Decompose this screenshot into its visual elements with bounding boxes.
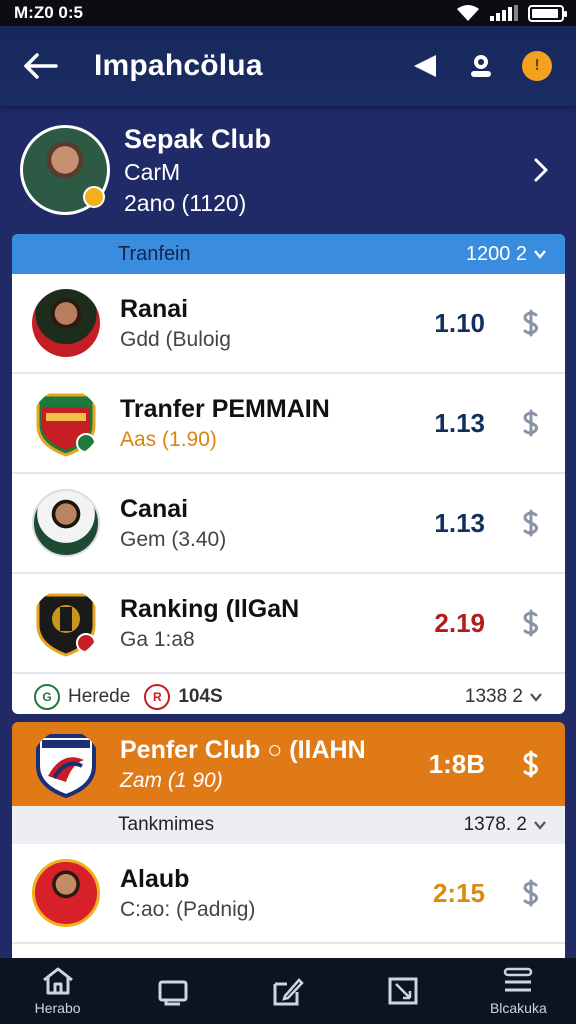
row-value: 1.13 [434,507,485,538]
transfer-list: Tranfein 1200 2 Ranai Gdd (Buloig 1.10 T… [12,234,565,714]
chevron-right-icon[interactable] [526,155,556,185]
user-icon [471,55,491,77]
nav-cards[interactable] [128,976,218,1006]
app-bar: Impahcölua ! [0,26,576,106]
row-text: Alaub C:ao: (Padnig) [120,865,415,922]
section-header-value[interactable]: 1200 2 [466,243,547,266]
row-text: Ranking (IlGaN Ga 1:a8 [120,595,415,652]
footer-left-label: Herede [68,686,131,707]
list-item[interactable]: Alaub C:ao: (Padnig) 2:15 [12,844,565,944]
wifi-icon [457,5,479,21]
list-item[interactable]: Ranking (IlGaN Ga 1:a8 2.19 [12,574,565,674]
dollar-icon[interactable] [517,509,545,537]
row-name: Canai [120,494,189,523]
row-value: 2.19 [434,607,485,638]
nav-menu-label: Blcakuka [489,1000,547,1016]
row-name: Ranking (IlGaN [120,594,300,623]
green-badge-icon: G [34,684,60,710]
club-profile[interactable]: Sepak Club CarM 2ano (1120) [0,110,576,230]
chevron-down-icon [534,250,546,259]
avatar [20,125,110,215]
status-bar: M:Z0 0:5 [0,0,576,26]
section-title: Tankmimes [118,814,215,835]
edit-icon [273,978,304,1006]
dollar-icon[interactable] [517,750,545,778]
menu-icon [504,967,533,992]
red-badge-icon: R [144,684,171,710]
footer-mid-label: 104S [178,686,223,707]
bottom-nav: Herabo Blcakuka [0,958,576,1024]
cards-icon [158,980,188,1006]
header-actions: ! [408,49,554,83]
badge-icon [83,186,105,208]
row-text: Ranai Gdd (Buloig [120,295,415,352]
row-sub: Ga 1:a8 [120,627,195,651]
stats-icon [388,977,418,1005]
signal-icon [490,5,518,21]
list-footer: G Herede R 104S 1338 2 [12,674,565,714]
row-sub: Gdd (Buloig [120,327,231,351]
highlight-row[interactable]: Penfer Club ○ (IlAHN Zam (1 90) 1:8B [12,722,565,806]
chevron-down-icon[interactable] [529,690,543,704]
club-crest-icon [36,734,96,798]
row-sub: Zam (1 90) [120,768,223,792]
chevron-down-icon [534,821,546,830]
section-header: Tankmimes 1378. 2 [12,806,565,844]
club-crest-icon [36,593,96,657]
nav-stats[interactable] [358,976,448,1006]
section-header: Tranfein 1200 2 [12,234,565,274]
nav-home[interactable]: Herabo [13,966,103,1016]
dollar-icon[interactable] [517,309,545,337]
row-text: Tranfer PEMMAIN Aas (1.90) [120,395,415,452]
player-avatar [32,859,100,927]
row-value: 1.10 [434,307,485,338]
battery-icon [528,4,567,22]
row-value: 1.13 [434,407,485,438]
profile-meta: 2ano (1120) [124,189,247,216]
footer-right-label: 1338 2 [464,686,523,707]
list-item[interactable]: Ranai Gdd (Buloig 1.10 [12,274,565,374]
status-time: M:Z0 0:5 [14,3,83,22]
nav-menu[interactable]: Blcakuka [473,966,563,1016]
ranking-list: Tankmimes 1378. 2 Alaub C:ao: (Padnig) 2… [12,806,565,958]
profile-subtitle: CarM [124,158,181,185]
row-sub: C:ao: (Padnig) [120,897,256,921]
row-sub: Aas (1.90) [120,427,217,451]
row-name: Penfer Club ○ (IlAHN [120,735,366,764]
section-header-value[interactable]: 1378. 2 [464,814,547,836]
row-text: Penfer Club ○ (IlAHN Zam (1 90) [120,736,415,793]
dollar-icon[interactable] [517,609,545,637]
arrow-left-icon [24,53,58,79]
dollar-icon[interactable] [517,409,545,437]
nav-home-label: Herabo [34,1000,81,1016]
nav-edit[interactable] [243,976,333,1006]
page-title: Impahcölua [94,49,263,82]
row-text: Canai Gem (3.40) [120,495,415,552]
row-value: 2:15 [432,877,485,908]
club-crest-icon [36,393,96,457]
row-value: 1:8B [428,748,485,779]
dollar-icon[interactable] [517,879,545,907]
coins-button[interactable]: ! [520,49,554,83]
player-avatar [32,289,100,357]
section-header-value-text: 1378. 2 [463,814,527,835]
share-button[interactable] [408,49,442,83]
list-item[interactable]: Canai Gem (3.40) 1.13 [12,474,565,574]
player-avatar [32,489,100,557]
row-name: Ranai [120,294,189,323]
profile-info: Sepak Club CarM 2ano (1120) [124,124,526,217]
row-sub: Gem (3.40) [120,527,227,551]
profile-button[interactable] [464,49,498,83]
back-button[interactable] [22,43,68,89]
section-title: Tranfein [118,242,191,265]
row-name: Alaub [120,864,190,893]
status-icons [456,4,567,22]
profile-name: Sepak Club [124,123,272,154]
home-icon [42,967,73,995]
section-header-value-text: 1200 2 [465,242,527,265]
megaphone-icon [414,55,436,77]
row-name: Tranfer PEMMAIN [120,394,330,423]
list-item[interactable]: Tranfer PEMMAIN Aas (1.90) 1.13 [12,374,565,474]
coin-icon: ! [522,51,552,81]
